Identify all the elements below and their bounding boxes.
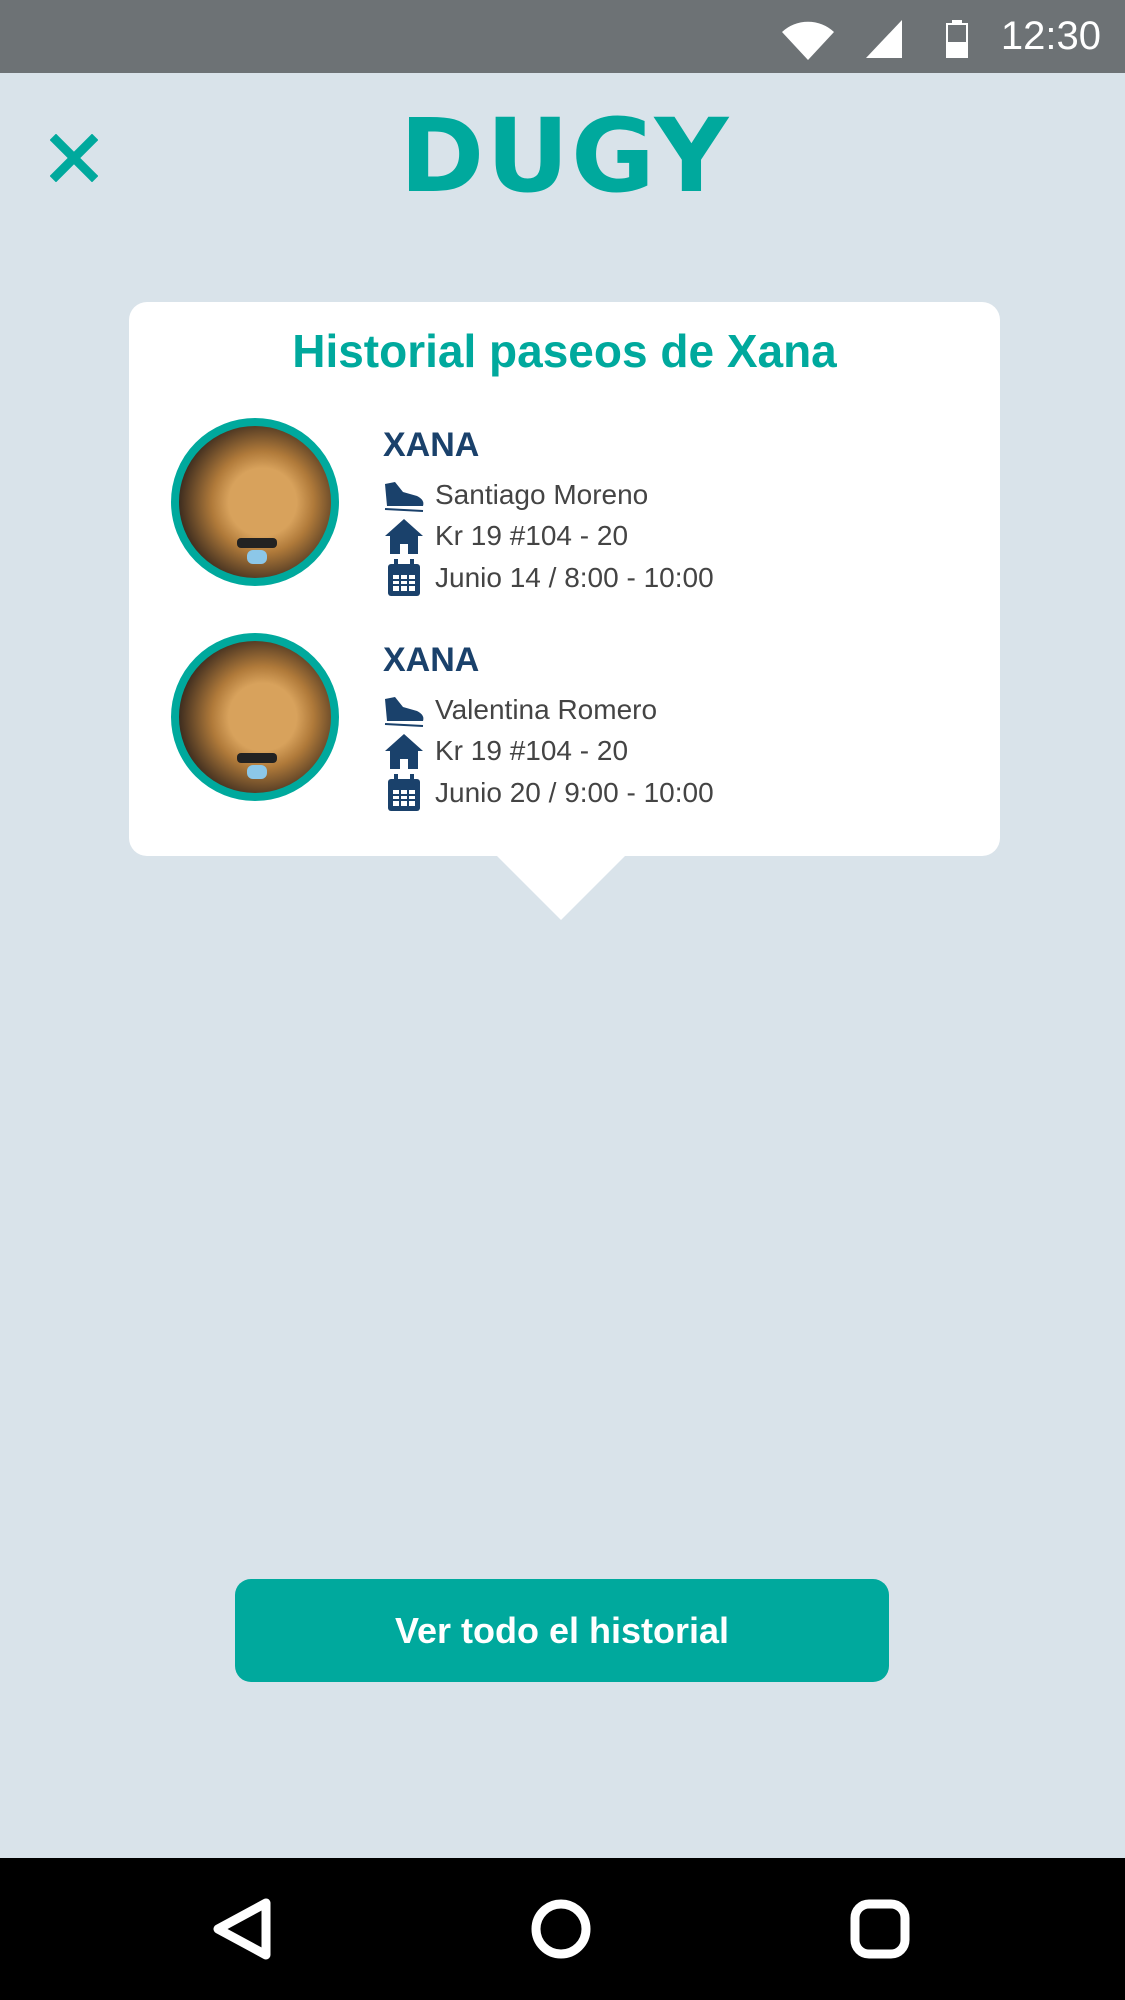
shoe-icon bbox=[384, 697, 424, 727]
home-icon bbox=[385, 519, 423, 554]
dog-avatar bbox=[171, 418, 339, 586]
dog-name: XANA bbox=[383, 641, 480, 679]
app-logo: DUGY bbox=[399, 97, 731, 216]
close-icon[interactable] bbox=[50, 134, 98, 182]
dog-avatar bbox=[171, 633, 339, 801]
view-all-history-button[interactable]: Ver todo el historial bbox=[235, 1579, 889, 1682]
schedule: Junio 14 / 8:00 - 10:00 bbox=[435, 562, 714, 593]
wifi-icon bbox=[782, 21, 834, 60]
walk-item[interactable]: XANA Santiago Moreno Kr 19 #104 - 20 Jun… bbox=[129, 418, 1000, 618]
walker-name: Valentina Romero bbox=[435, 694, 658, 725]
home-icon bbox=[385, 734, 423, 769]
shoe-icon bbox=[384, 482, 424, 512]
card-pointer bbox=[497, 856, 625, 920]
home-button-icon[interactable] bbox=[531, 1897, 591, 1961]
signal-icon bbox=[866, 20, 902, 58]
walk-item[interactable]: XANA Valentina Romero Kr 19 #104 - 20 Ju… bbox=[129, 633, 1000, 833]
calendar-icon bbox=[388, 559, 420, 596]
walker-name: Santiago Moreno bbox=[435, 479, 649, 510]
address: Kr 19 #104 - 20 bbox=[435, 735, 629, 766]
back-icon[interactable] bbox=[210, 1897, 274, 1961]
status-time: 12:30 bbox=[1000, 14, 1101, 58]
schedule: Junio 20 / 9:00 - 10:00 bbox=[435, 777, 714, 808]
history-card: Historial paseos de Xana XANA Santiago M… bbox=[129, 302, 1000, 856]
card-title: Historial paseos de Xana bbox=[292, 325, 837, 377]
calendar-icon bbox=[388, 774, 420, 811]
recents-icon[interactable] bbox=[850, 1897, 910, 1961]
dog-name: XANA bbox=[383, 426, 480, 464]
battery-icon bbox=[946, 20, 968, 58]
system-nav-bar bbox=[0, 1858, 1125, 2000]
status-bar: 12:30 bbox=[0, 0, 1125, 73]
address: Kr 19 #104 - 20 bbox=[435, 520, 629, 551]
